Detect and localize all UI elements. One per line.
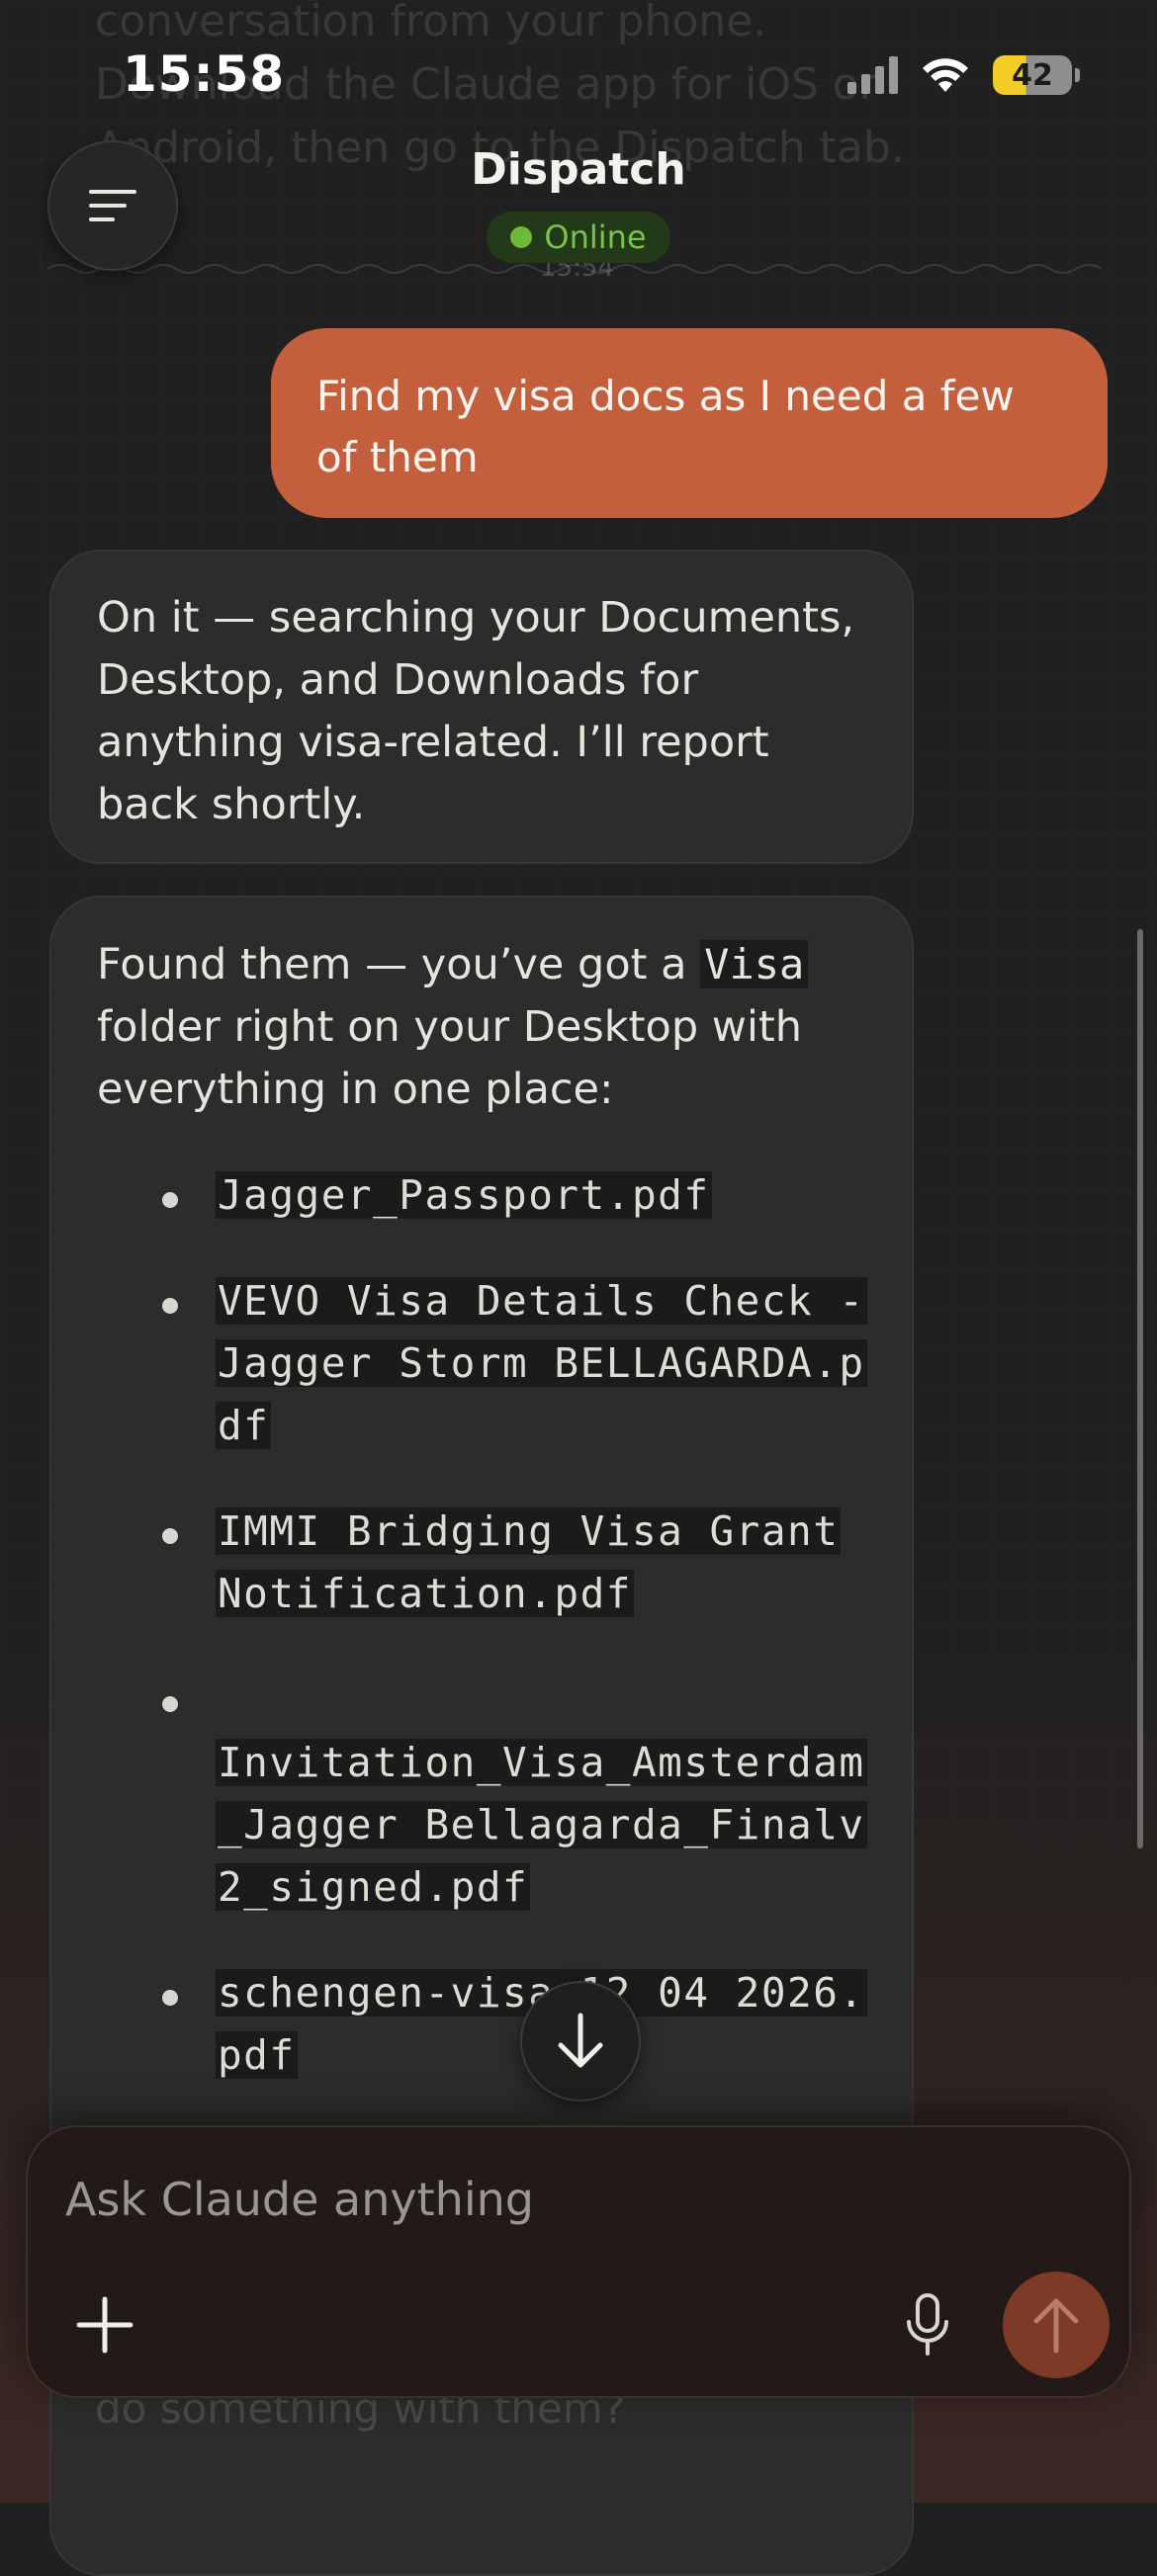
list-item: IMMI Bridging Visa Grant Notification.pd… — [97, 1501, 866, 1625]
battery-level: 42 — [993, 55, 1072, 95]
plus-icon — [76, 2296, 134, 2354]
file-name: IMMI Bridging Visa Grant Notification.pd… — [216, 1507, 842, 1617]
send-button[interactable] — [1003, 2272, 1110, 2378]
message-input[interactable] — [63, 2159, 957, 2240]
bullet-icon — [162, 1990, 178, 2006]
list-item: schengen-visa 12 04 2026.pdf — [97, 1962, 867, 2087]
message-composer — [26, 2125, 1131, 2398]
add-attachment-button[interactable] — [65, 2285, 144, 2364]
file-list: Jagger_Passport.pdf VEVO Visa Details Ch… — [97, 1164, 867, 2087]
microphone-icon — [907, 2293, 948, 2356]
bullet-icon — [162, 1528, 178, 1544]
file-name: Jagger_Passport.pdf — [216, 1171, 712, 1219]
page-title: Dispatch — [471, 144, 686, 195]
list-item: VEVO Visa Details Check - Jagger Storm B… — [97, 1270, 867, 1457]
assistant-intro: Found them — you’ve got a Visa folder ri… — [97, 933, 866, 1121]
bullet-icon — [162, 1298, 178, 1314]
inline-code-folder: Visa — [700, 940, 809, 988]
status-indicators: 42 — [847, 55, 1080, 95]
wifi-icon — [923, 58, 968, 92]
cellular-signal-icon — [847, 56, 898, 94]
status-time: 15:58 — [123, 45, 286, 103]
assistant-message: On it — searching your Documents, Deskto… — [49, 550, 914, 864]
list-item: Invitation_Visa_Amsterdam_Jagger Bellaga… — [97, 1669, 867, 1919]
status-label: Online — [544, 218, 647, 256]
arrow-down-icon — [558, 2013, 603, 2068]
bullet-icon — [162, 1696, 178, 1712]
battery-icon: 42 — [993, 55, 1080, 95]
voice-input-button[interactable] — [888, 2285, 967, 2364]
file-name: Invitation_Visa_Amsterdam_Jagger Bellaga… — [216, 1739, 867, 1911]
online-status-badge: Online — [487, 212, 670, 263]
user-message: Find my visa docs as I need a few of the… — [271, 328, 1108, 518]
file-name: VEVO Visa Details Check - Jagger Storm B… — [216, 1277, 867, 1449]
status-dot-icon — [510, 226, 533, 248]
scrollbar[interactable] — [1137, 929, 1143, 1848]
list-item: Jagger_Passport.pdf — [97, 1164, 866, 1227]
scroll-to-bottom-button[interactable] — [520, 1981, 641, 2102]
bullet-icon — [162, 1192, 178, 1208]
arrow-up-icon — [1033, 2298, 1079, 2354]
